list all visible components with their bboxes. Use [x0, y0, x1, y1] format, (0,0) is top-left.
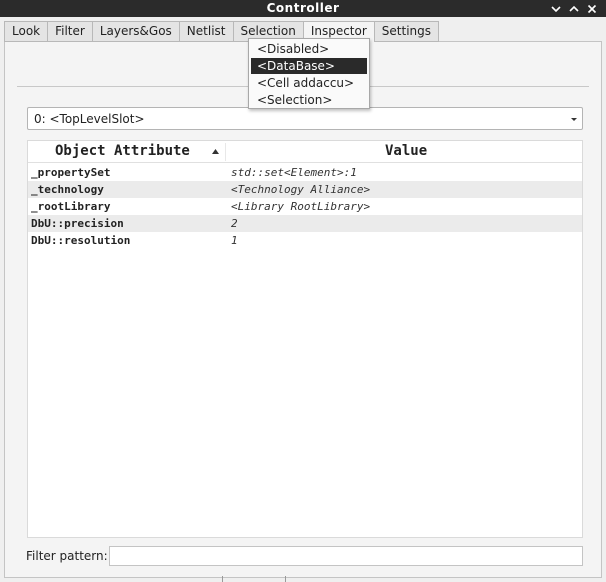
slot-select[interactable]: 0: <TopLevelSlot>: [27, 107, 583, 130]
attribute-value: std::set<Element>:1: [231, 166, 357, 179]
dropdown-item-cell-addaccu[interactable]: <Cell addaccu>: [251, 75, 367, 91]
filter-pattern-input[interactable]: [109, 546, 583, 566]
table-row[interactable]: _rootLibrary <Library RootLibrary>: [28, 198, 582, 215]
table-row[interactable]: _technology <Technology Alliance>: [28, 181, 582, 198]
sort-ascending-icon: [212, 149, 219, 154]
attribute-value: 1: [231, 234, 238, 247]
minimize-button[interactable]: [548, 0, 564, 17]
attribute-value: 2: [231, 217, 238, 230]
column-header-value[interactable]: Value: [385, 143, 427, 159]
title-bar: Controller: [0, 0, 606, 17]
inspector-panel: 0: <TopLevelSlot> Object Attribute Value…: [4, 41, 602, 578]
tab-netlist[interactable]: Netlist: [178, 21, 233, 42]
attribute-name: _rootLibrary: [31, 200, 111, 213]
tab-look[interactable]: Look: [4, 21, 48, 42]
window-title: Controller: [266, 1, 340, 15]
attribute-value: <Technology Alliance>: [231, 183, 371, 196]
slot-select-value: 0: <TopLevelSlot>: [34, 112, 145, 126]
chevron-down-icon: [551, 5, 561, 12]
dropdown-item-selection[interactable]: <Selection>: [251, 92, 367, 108]
attribute-name: DbU::precision: [31, 217, 124, 230]
bottom-edge-marks: [222, 576, 286, 582]
column-header-attribute[interactable]: Object Attribute: [55, 143, 190, 159]
table-row[interactable]: _propertySet std::set<Element>:1: [28, 164, 582, 181]
chevron-down-icon: [571, 118, 577, 121]
tab-filter[interactable]: Filter: [47, 21, 92, 42]
filter-pattern-label: Filter pattern:: [26, 549, 108, 563]
attribute-name: _propertySet: [31, 166, 111, 179]
tab-layers-gos[interactable]: Layers&Gos: [91, 21, 179, 42]
tab-settings[interactable]: Settings: [373, 21, 440, 42]
close-icon: [587, 4, 597, 13]
attribute-value: <Library RootLibrary>: [231, 200, 371, 213]
table-header: Object Attribute Value: [28, 141, 582, 163]
maximize-button[interactable]: [566, 0, 582, 17]
inspector-mode-dropdown: <Disabled> <DataBase> <Cell addaccu> <Se…: [248, 38, 370, 109]
close-button[interactable]: [584, 0, 600, 17]
attribute-name: DbU::resolution: [31, 234, 131, 247]
column-divider[interactable]: [225, 143, 226, 161]
chevron-up-icon: [569, 5, 579, 12]
dropdown-item-disabled[interactable]: <Disabled>: [251, 41, 367, 57]
attribute-name: _technology: [31, 183, 104, 196]
table-row[interactable]: DbU::precision 2: [28, 215, 582, 232]
table-body: _propertySet std::set<Element>:1 _techno…: [28, 164, 582, 249]
table-row[interactable]: DbU::resolution 1: [28, 232, 582, 249]
dropdown-item-database[interactable]: <DataBase>: [251, 58, 367, 74]
tab-bar: Look Filter Layers&Gos Netlist Selection…: [4, 21, 440, 43]
attribute-table[interactable]: Object Attribute Value _propertySet std:…: [27, 140, 583, 538]
